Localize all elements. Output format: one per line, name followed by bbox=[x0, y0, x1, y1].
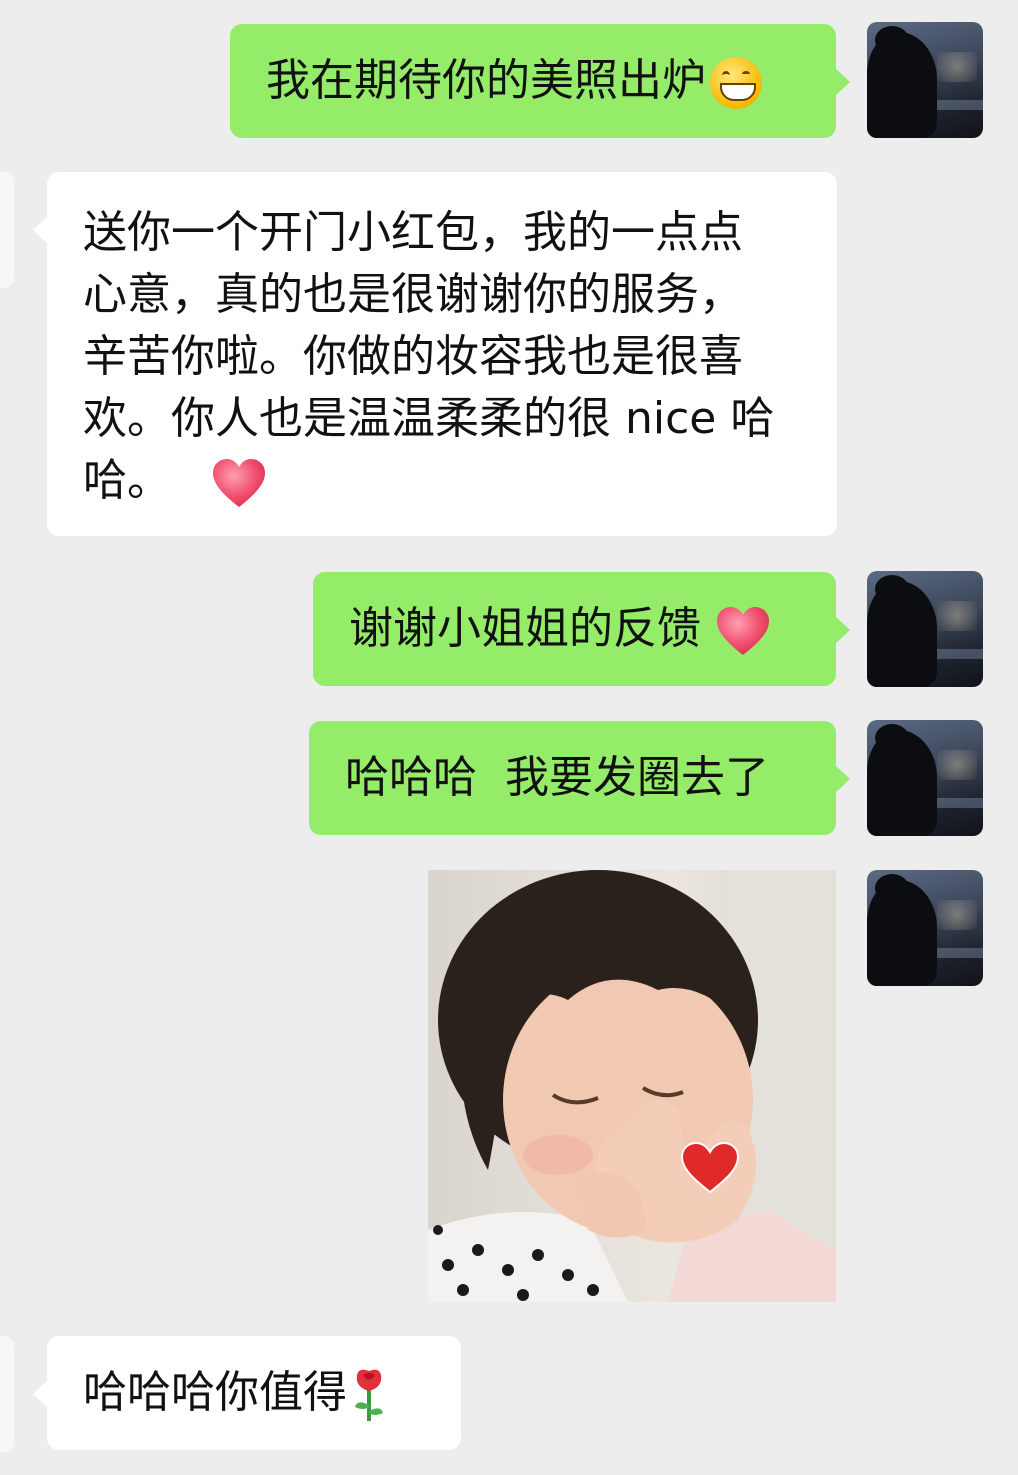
message-bubble-received[interactable]: 哈哈哈你值得 bbox=[33, 1336, 461, 1450]
message-line: 心意，真的也是很谢谢你的服务， bbox=[83, 269, 743, 320]
message-text: 哈哈哈你值得 bbox=[83, 1367, 347, 1418]
sent-image-sticker[interactable] bbox=[428, 870, 836, 1302]
rose-icon bbox=[349, 1367, 389, 1423]
red-heart-icon bbox=[211, 457, 265, 509]
message-text: 我在期待你的美照出炉 bbox=[266, 55, 706, 106]
message-text: 谢谢小姐姐的反馈 bbox=[349, 603, 701, 654]
contact-avatar[interactable] bbox=[0, 1336, 14, 1452]
message-text: 哈哈哈 我要发圈去了 bbox=[345, 752, 769, 803]
message-bubble-sent[interactable]: 我在期待你的美照出炉 bbox=[230, 24, 850, 138]
my-avatar[interactable] bbox=[867, 720, 983, 836]
grinning-face-icon bbox=[710, 57, 762, 109]
chat-window: 我在期待你的美照出炉 送你一个开门小红包，我的一点点 心意，真的也是很谢谢你的服… bbox=[0, 0, 1018, 1475]
my-avatar[interactable] bbox=[867, 870, 983, 986]
message-line: 欢。你人也是温温柔柔的很 nice 哈 bbox=[83, 393, 775, 444]
contact-avatar[interactable] bbox=[0, 172, 14, 288]
message-bubble-sent[interactable]: 谢谢小姐姐的反馈 bbox=[313, 572, 850, 686]
my-avatar[interactable] bbox=[867, 22, 983, 138]
message-line: 哈。 bbox=[83, 455, 171, 506]
my-avatar[interactable] bbox=[867, 571, 983, 687]
message-line: 送你一个开门小红包，我的一点点 bbox=[83, 207, 743, 258]
message-bubble-received[interactable]: 送你一个开门小红包，我的一点点 心意，真的也是很谢谢你的服务， 辛苦你啦。你做的… bbox=[33, 172, 837, 536]
red-heart-icon bbox=[715, 605, 769, 657]
message-bubble-sent[interactable]: 哈哈哈 我要发圈去了 bbox=[309, 721, 850, 835]
message-line: 辛苦你啦。你做的妆容我也是很喜 bbox=[83, 331, 743, 382]
